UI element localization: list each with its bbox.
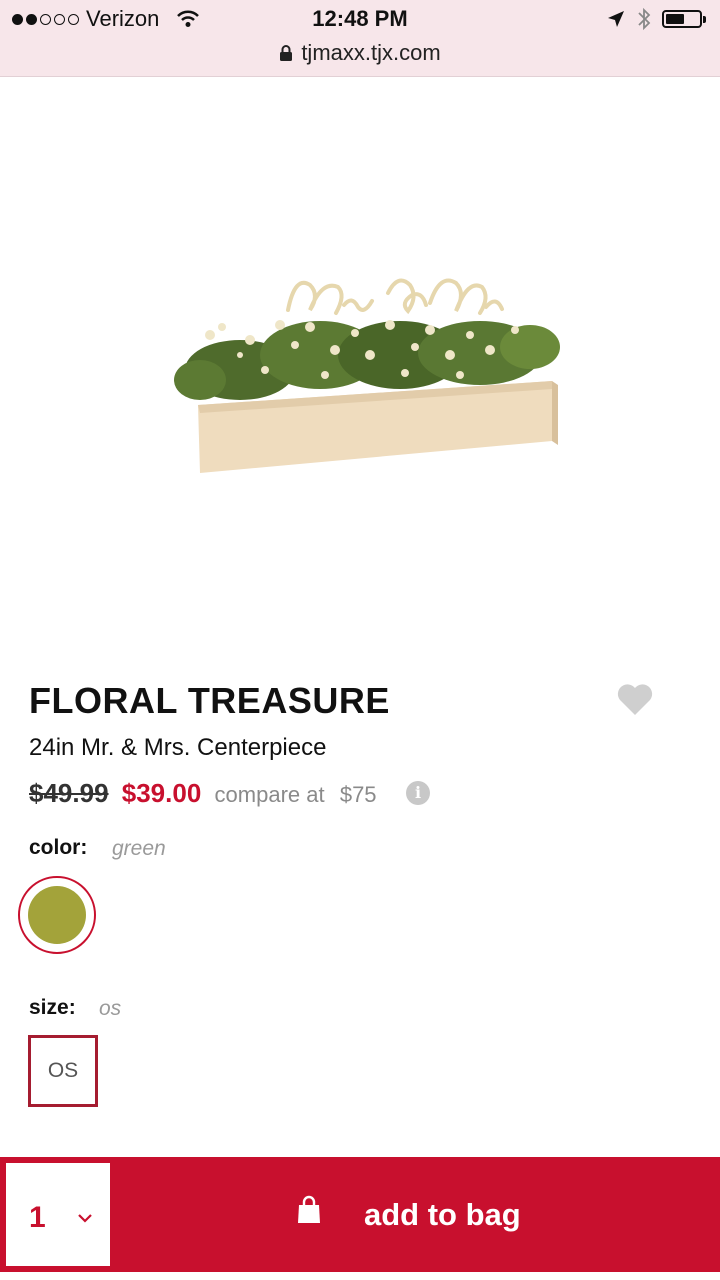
address-bar[interactable]: tjmaxx.tjx.com — [0, 40, 720, 68]
compare-price: $75 — [339, 782, 377, 807]
color-label: color: — [29, 836, 88, 859]
product-name: 24in Mr. & Mrs. Centerpiece — [29, 734, 327, 761]
shopping-bag-icon — [296, 1195, 322, 1230]
original-price: $49.99 — [29, 778, 109, 808]
color-value: green — [112, 837, 166, 860]
add-to-bag-label: add to bag — [364, 1197, 521, 1232]
favorite-heart-icon[interactable] — [616, 682, 654, 721]
price-row: $49.99 $39.00 compare at $75 — [29, 778, 377, 809]
url-text: tjmaxx.tjx.com — [301, 40, 441, 65]
add-to-bag-button[interactable]: add to bag — [110, 1157, 720, 1272]
quantity-value: 1 — [29, 1201, 46, 1234]
color-swatch-green[interactable] — [18, 876, 96, 954]
status-bar: Verizon 12:48 PM tjmaxx.tjx.com — [0, 0, 720, 77]
battery-icon — [662, 10, 706, 28]
bluetooth-icon — [636, 6, 652, 37]
add-to-bag-bar: 1 add to bag — [0, 1157, 720, 1272]
size-value: os — [99, 997, 122, 1020]
size-option-os[interactable]: OS — [28, 1035, 98, 1107]
size-label: size: — [29, 996, 76, 1019]
quantity-select[interactable]: 1 — [6, 1163, 110, 1266]
product-image — [160, 255, 580, 495]
info-icon[interactable]: i — [406, 781, 430, 805]
sale-price: $39.00 — [121, 778, 202, 808]
chevron-down-icon — [76, 1211, 94, 1229]
lock-icon — [279, 42, 293, 68]
compare-label: compare at — [214, 782, 325, 807]
color-swatch-fill — [28, 886, 86, 944]
product-brand: FLORAL TREASURE — [29, 680, 390, 721]
location-arrow-icon — [606, 9, 626, 34]
